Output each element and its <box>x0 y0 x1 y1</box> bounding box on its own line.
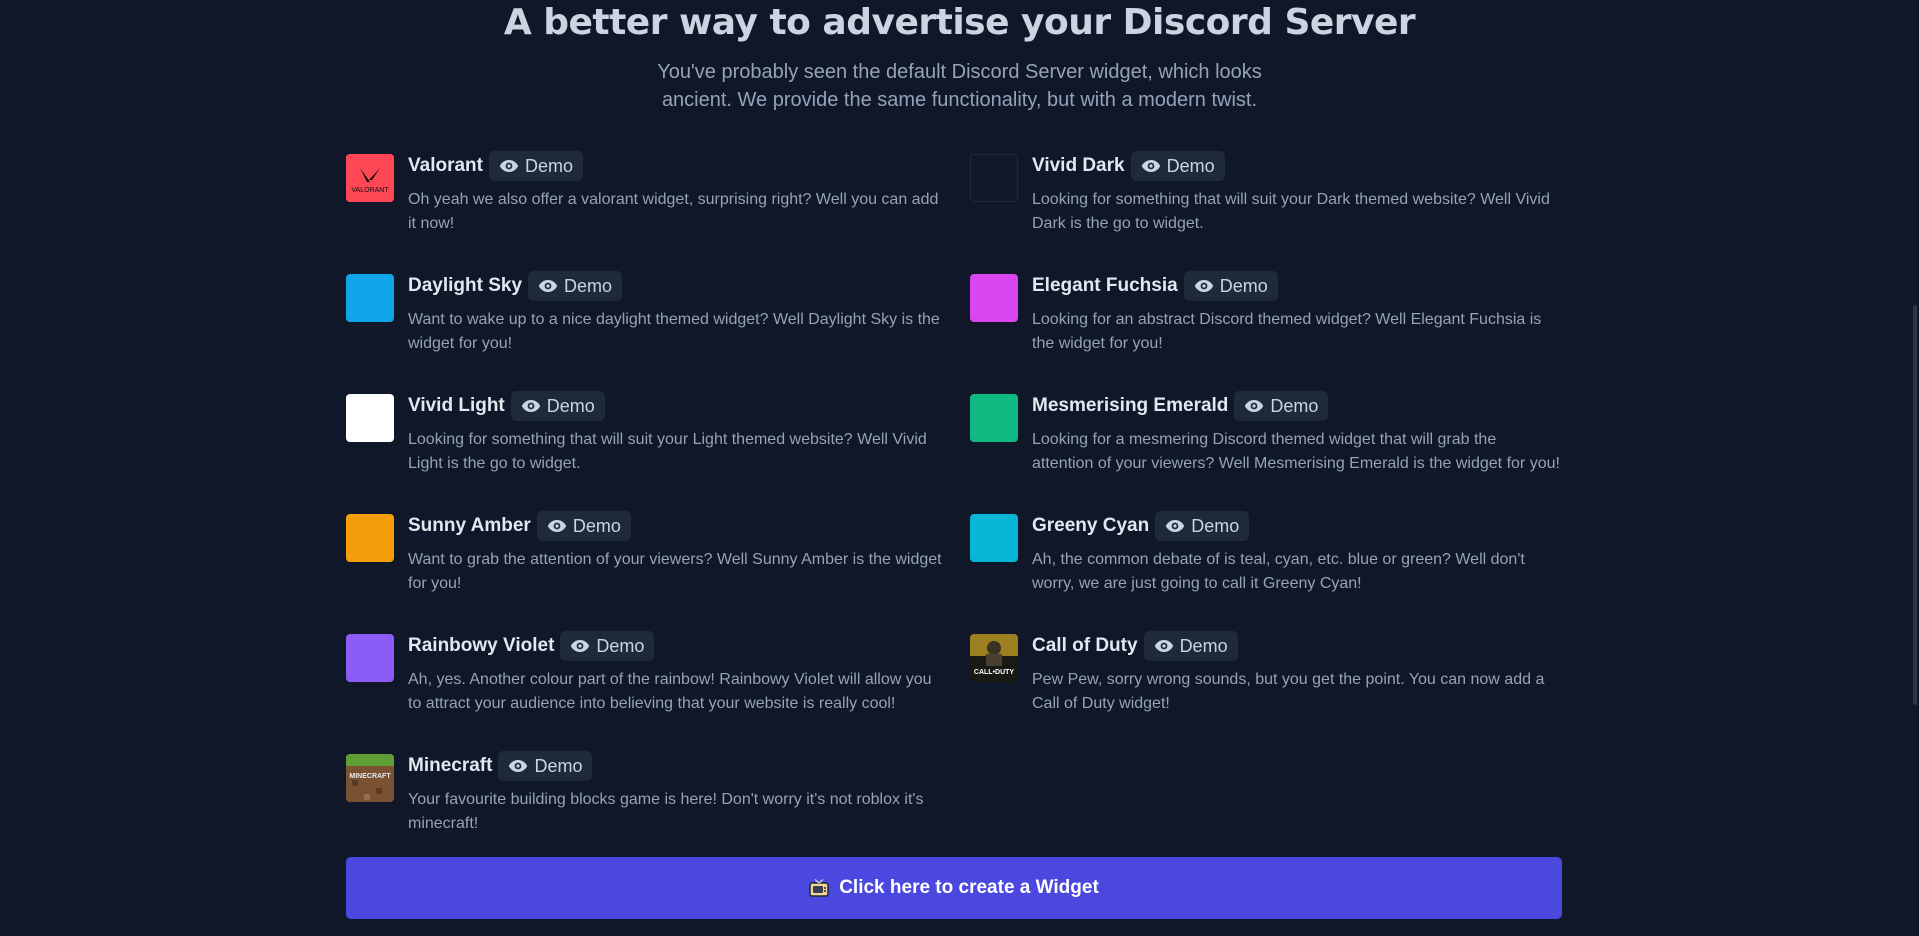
widget-description: Looking for something that will suit you… <box>408 431 927 472</box>
widget-description: Pew Pew, sorry wrong sounds, but you get… <box>1032 671 1545 712</box>
demo-label: Demo <box>1166 155 1215 176</box>
light-swatch-icon <box>346 394 394 442</box>
eye-icon <box>538 280 558 292</box>
tv-icon <box>809 879 829 897</box>
widget-card: Daylight Sky Demo Want to wake up to a nic… <box>346 270 970 390</box>
widget-title: Mesmerising Emerald <box>1032 395 1229 416</box>
eye-icon <box>1166 520 1185 532</box>
widget-title: Vivid Light <box>408 395 505 416</box>
demo-button[interactable]: Demo <box>1143 631 1238 661</box>
sky-swatch-icon <box>346 274 394 322</box>
demo-label: Demo <box>572 515 621 536</box>
minecraft-logo-icon: MINECRAFT <box>346 754 394 802</box>
widget-title: Daylight Sky <box>408 275 523 296</box>
widget-card: Rainbowy Violet Demo Ah, yes. Another colo… <box>346 630 970 750</box>
page-subtitle: You've probably seen the default Discord… <box>657 61 1262 111</box>
demo-label: Demo <box>546 395 595 416</box>
widget-title: Vivid Dark <box>1032 155 1125 176</box>
cyan-swatch-icon <box>970 514 1018 562</box>
widget-card: VALORANT Valorant Demo Oh yeah we also offe… <box>346 150 970 270</box>
widget-description: Looking for an abstract Discord themed w… <box>1032 311 1542 352</box>
fuchsia-swatch-icon <box>970 274 1018 322</box>
eye-icon <box>1245 400 1264 412</box>
eye-icon <box>1194 280 1213 292</box>
eye-icon <box>499 160 519 172</box>
demo-label: Demo <box>1270 395 1319 416</box>
widget-title: Elegant Fuchsia <box>1032 275 1178 296</box>
demo-label: Demo <box>564 275 613 296</box>
widget-card: MINECRAFT Minecraft Demo Your favourite bui… <box>346 750 970 870</box>
demo-label: Demo <box>596 635 645 656</box>
widget-grid: VALORANT Valorant Demo Oh yeah we also offe… <box>346 150 1562 870</box>
valorant-logo-icon: VALORANT <box>346 154 394 202</box>
demo-label: Demo <box>1191 515 1240 536</box>
widget-card: Vivid Light Demo Looking for something tha… <box>346 390 970 510</box>
widget-title: Call of Duty <box>1032 635 1138 656</box>
widget-description: Want to grab the attention of your viewe… <box>408 551 942 592</box>
widget-card: Mesmerising Emerald Demo Looking for a mes… <box>970 390 1562 510</box>
dark-swatch-icon <box>970 154 1018 202</box>
eye-icon <box>1154 640 1173 652</box>
demo-button[interactable]: Demo <box>488 151 583 181</box>
widget-card: Vivid Dark Demo Looking for something that… <box>970 150 1562 270</box>
demo-button[interactable]: Demo <box>1183 271 1278 301</box>
widget-title: Greeny Cyan <box>1032 515 1150 536</box>
emerald-swatch-icon <box>970 394 1018 442</box>
widget-card: Sunny Amber Demo Want to grab the attentio… <box>346 510 970 630</box>
eye-icon <box>1141 160 1160 172</box>
page-title: A better way to advertise your Discord S… <box>503 2 1416 43</box>
demo-label: Demo <box>1219 275 1268 296</box>
widget-description: Ah, the common debate of is teal, cyan, … <box>1032 551 1525 592</box>
widget-card: Elegant Fuchsia Demo Looking for an abstra… <box>970 270 1562 390</box>
widget-description: Looking for something that will suit you… <box>1032 191 1550 232</box>
demo-button[interactable]: Demo <box>528 271 623 301</box>
demo-button[interactable]: Demo <box>560 631 655 661</box>
demo-label: Demo <box>534 755 583 776</box>
widget-description: Looking for a mesmering Discord themed w… <box>1032 431 1560 472</box>
widget-card: CALL•DUTY Call of Duty Demo Pew Pew, sorry … <box>970 630 1562 750</box>
demo-button[interactable]: Demo <box>1155 511 1250 541</box>
svg-text:CALL•DUTY: CALL•DUTY <box>974 669 1014 676</box>
demo-label: Demo <box>524 155 573 176</box>
widget-description: Want to wake up to a nice daylight theme… <box>408 311 940 352</box>
demo-button[interactable]: Demo <box>510 391 605 421</box>
page-scrollbar[interactable] <box>1909 0 1919 936</box>
demo-button[interactable]: Demo <box>498 751 593 781</box>
widget-description: Ah, yes. Another colour part of the rain… <box>408 671 932 712</box>
amber-swatch-icon <box>346 514 394 562</box>
violet-swatch-icon <box>346 634 394 682</box>
create-widget-button[interactable]: Click here to create a Widget <box>346 857 1562 919</box>
widget-description: Oh yeah we also offer a valorant widget,… <box>408 191 939 232</box>
svg-text:MINECRAFT: MINECRAFT <box>349 773 391 780</box>
demo-button[interactable]: Demo <box>1234 391 1329 421</box>
eye-icon <box>521 400 540 412</box>
widget-title: Valorant <box>408 155 483 176</box>
demo-label: Demo <box>1179 635 1228 656</box>
svg-text:VALORANT: VALORANT <box>351 187 389 194</box>
scrollbar-thumb[interactable] <box>1913 305 1917 705</box>
demo-button[interactable]: Demo <box>1130 151 1225 181</box>
eye-icon <box>547 520 567 532</box>
eye-icon <box>509 760 528 772</box>
widget-description: Your favourite building blocks game is h… <box>408 791 924 832</box>
create-widget-label: Click here to create a Widget <box>839 877 1099 898</box>
call-of-duty-logo-icon: CALL•DUTY <box>970 634 1018 682</box>
widget-title: Minecraft <box>408 755 493 776</box>
widget-title: Rainbowy Violet <box>408 635 555 656</box>
demo-button[interactable]: Demo <box>536 511 631 541</box>
widget-title: Sunny Amber <box>408 515 531 536</box>
eye-icon <box>571 640 590 652</box>
widget-card: Greeny Cyan Demo Ah, the common debate of … <box>970 510 1562 630</box>
